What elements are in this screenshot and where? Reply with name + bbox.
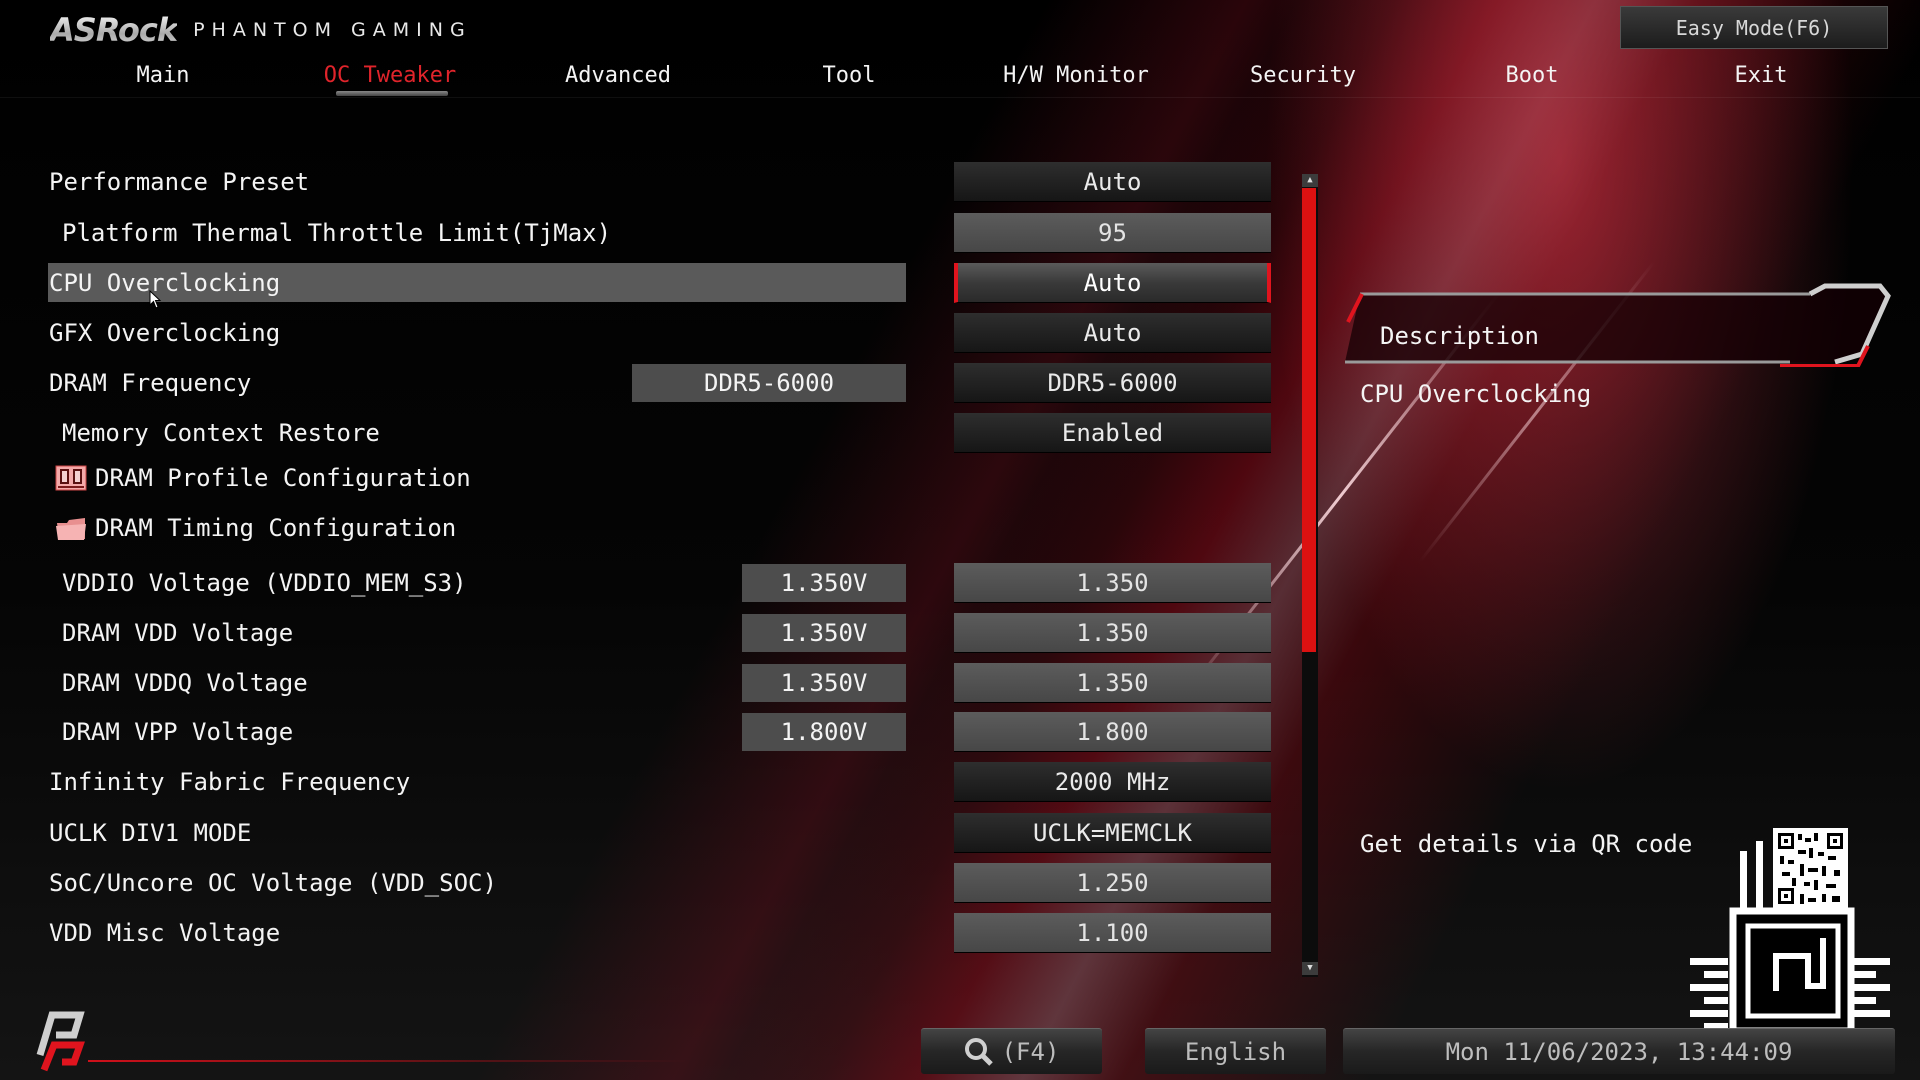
setting-value-dropdown[interactable]: UCLK=MEMCLK [954, 813, 1271, 853]
setting-row-dram-vdd-voltage[interactable]: DRAM VDD Voltage 1.350V 1.350 [0, 608, 1300, 658]
setting-row-memory-context-restore[interactable]: Memory Context Restore Enabled [0, 408, 1300, 458]
scrollbar-thumb[interactable] [1302, 188, 1316, 652]
setting-row-cpu-overclocking[interactable]: CPU Overclocking Auto [0, 258, 1300, 308]
tab-security[interactable]: Security [1250, 55, 1356, 97]
setting-value-input[interactable]: 1.350 [954, 663, 1271, 703]
search-icon [964, 1037, 993, 1066]
tab-boot[interactable]: Boot [1506, 55, 1559, 97]
setting-label: Memory Context Restore [62, 419, 380, 447]
setting-row-dram-vddq-voltage[interactable]: DRAM VDDQ Voltage 1.350V 1.350 [0, 658, 1300, 708]
search-shortcut-label: (F4) [1001, 1037, 1060, 1066]
qr-code-chip-icon[interactable] [1688, 826, 1894, 1051]
folder-icon [56, 518, 86, 540]
setting-label: Performance Preset [49, 168, 310, 196]
description-text: CPU Overclocking [1360, 380, 1592, 408]
setting-value-dropdown[interactable]: DDR5-6000 [954, 363, 1271, 403]
footer-accent-line [88, 1060, 688, 1062]
setting-row-thermal-throttle-limit[interactable]: Platform Thermal Throttle Limit(TjMax) 9… [0, 208, 1300, 258]
setting-value-input[interactable]: 1.350 [954, 613, 1271, 653]
setting-value-dropdown[interactable]: Enabled [954, 413, 1271, 453]
setting-row-infinity-fabric-frequency[interactable]: Infinity Fabric Frequency 2000 MHz [0, 757, 1300, 807]
setting-label: GFX Overclocking [49, 319, 281, 347]
memory-chip-icon [55, 465, 87, 491]
main-tabs: Main OC Tweaker Advanced Tool H/W Monito… [0, 55, 1920, 97]
setting-label: Platform Thermal Throttle Limit(TjMax) [62, 219, 612, 247]
setting-label: VDDIO Voltage (VDDIO_MEM_S3) [62, 569, 467, 597]
setting-value-dropdown[interactable]: Auto [954, 162, 1271, 202]
active-tab-indicator [336, 91, 448, 96]
setting-value-input[interactable]: 1.800 [954, 712, 1271, 752]
current-value-readout: 1.350V [742, 564, 906, 602]
datetime-display: Mon 11/06/2023, 13:44:09 [1343, 1028, 1895, 1074]
current-value-readout: 1.350V [742, 614, 906, 652]
submenu-label: DRAM Timing Configuration [95, 514, 457, 542]
tab-exit[interactable]: Exit [1735, 55, 1788, 97]
mouse-cursor-icon [149, 290, 162, 309]
header-divider [0, 97, 1920, 98]
tab-advanced[interactable]: Advanced [565, 55, 671, 97]
submenu-dram-timing-configuration[interactable]: DRAM Timing Configuration [0, 503, 1300, 553]
setting-value-input[interactable]: 95 [954, 213, 1271, 253]
search-button[interactable]: (F4) [921, 1028, 1102, 1074]
setting-label: CPU Overclocking [49, 269, 281, 297]
setting-value-input[interactable]: 1.350 [954, 563, 1271, 603]
language-button[interactable]: English [1145, 1028, 1326, 1074]
qr-code-label: Get details via QR code [1360, 830, 1693, 858]
setting-label: SoC/Uncore OC Voltage (VDD_SOC) [49, 869, 497, 897]
setting-row-uclk-div1-mode[interactable]: UCLK DIV1 MODE UCLK=MEMCLK [0, 808, 1300, 858]
submenu-dram-profile-configuration[interactable]: DRAM Profile Configuration [0, 453, 1300, 503]
setting-value-input[interactable]: 1.250 [954, 863, 1271, 903]
setting-row-performance-preset[interactable]: Performance Preset Auto [0, 157, 1300, 207]
tab-main[interactable]: Main [137, 55, 190, 97]
setting-value-dropdown[interactable]: 2000 MHz [954, 762, 1271, 802]
setting-label: DRAM VDD Voltage [62, 619, 294, 647]
setting-label: UCLK DIV1 MODE [49, 819, 252, 847]
setting-row-vddio-voltage[interactable]: VDDIO Voltage (VDDIO_MEM_S3) 1.350V 1.35… [0, 558, 1300, 608]
setting-value-input[interactable]: 1.100 [954, 913, 1271, 953]
setting-label: DRAM VDDQ Voltage [62, 669, 308, 697]
setting-label: DRAM VPP Voltage [62, 718, 294, 746]
tab-tool[interactable]: Tool [823, 55, 876, 97]
current-value-readout: 1.350V [742, 664, 906, 702]
brand-subtitle: PHANTOM GAMING [193, 19, 472, 41]
setting-label: DRAM Frequency [49, 369, 252, 397]
current-value-readout: 1.800V [742, 713, 906, 751]
description-title: Description [1380, 322, 1539, 350]
setting-row-soc-uncore-oc-voltage[interactable]: SoC/Uncore OC Voltage (VDD_SOC) 1.250 [0, 858, 1300, 908]
setting-label: Infinity Fabric Frequency [49, 768, 411, 796]
scroll-up-arrow-icon[interactable]: ▲ [1302, 174, 1318, 187]
setting-value-dropdown[interactable]: Auto [954, 313, 1271, 353]
asrock-logo: ASRock PHANTOM GAMING [50, 10, 472, 50]
setting-row-vdd-misc-voltage[interactable]: VDD Misc Voltage 1.100 [0, 908, 1300, 958]
current-value-readout: DDR5-6000 [632, 364, 906, 402]
scroll-down-arrow-icon[interactable]: ▼ [1302, 962, 1318, 975]
tab-hw-monitor[interactable]: H/W Monitor [1003, 55, 1149, 97]
brand-name: ASRock [50, 11, 178, 49]
setting-row-gfx-overclocking[interactable]: GFX Overclocking Auto [0, 308, 1300, 358]
setting-value-dropdown[interactable]: Auto [954, 263, 1271, 303]
setting-row-dram-frequency[interactable]: DRAM Frequency DDR5-6000 DDR5-6000 [0, 358, 1300, 408]
setting-row-dram-vpp-voltage[interactable]: DRAM VPP Voltage 1.800V 1.800 [0, 707, 1300, 757]
easy-mode-button[interactable]: Easy Mode(F6) [1620, 6, 1888, 49]
submenu-label: DRAM Profile Configuration [95, 464, 471, 492]
setting-label: VDD Misc Voltage [49, 919, 281, 947]
phantom-gaming-logo [22, 1000, 92, 1075]
